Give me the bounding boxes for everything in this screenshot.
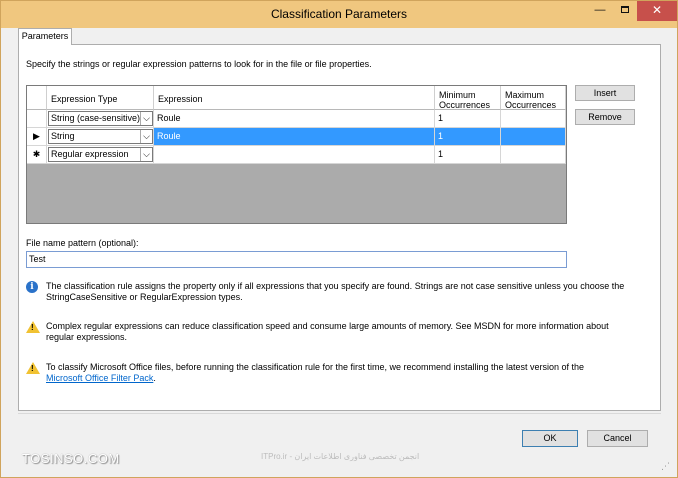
- table-row[interactable]: String (case-sensitive) ⌵ Roule 1: [27, 110, 566, 128]
- expression-type-select[interactable]: String ⌵: [48, 129, 153, 144]
- expression-type-value: Regular expression: [51, 149, 129, 159]
- max-occurrences-cell[interactable]: [501, 110, 566, 128]
- expression-cell[interactable]: [154, 146, 435, 164]
- row-header[interactable]: [27, 110, 47, 128]
- column-header-expression[interactable]: Expression: [154, 86, 435, 110]
- table-row[interactable]: ▶ String ⌵ Roule 1: [27, 128, 566, 146]
- max-occurrences-cell[interactable]: [501, 128, 566, 146]
- column-header-min[interactable]: Minimum Occurrences: [435, 86, 501, 110]
- filename-pattern-input[interactable]: Test: [26, 251, 567, 268]
- max-occurrences-cell[interactable]: [501, 146, 566, 164]
- row-arrow-icon[interactable]: ▶: [27, 128, 47, 146]
- insert-button[interactable]: Insert: [575, 85, 635, 101]
- column-header-max-label: Maximum Occurrences: [505, 90, 557, 110]
- divider: [18, 413, 661, 414]
- remove-button[interactable]: Remove: [575, 109, 635, 125]
- expression-type-value: String: [51, 131, 75, 141]
- watermark-left: TOSINSO.COM: [22, 451, 120, 466]
- chevron-down-icon[interactable]: ⌵: [140, 112, 152, 125]
- cancel-button[interactable]: Cancel: [587, 430, 648, 447]
- intro-text: Specify the strings or regular expressio…: [26, 59, 372, 69]
- expression-type-select[interactable]: String (case-sensitive) ⌵: [48, 111, 153, 126]
- type-cell: String ⌵: [47, 128, 154, 146]
- expression-cell[interactable]: Roule: [154, 110, 435, 128]
- expression-type-select[interactable]: Regular expression ⌵: [48, 147, 153, 162]
- min-occurrences-cell[interactable]: 1: [435, 110, 501, 128]
- window-title: Classification Parameters: [270, 7, 408, 21]
- chevron-down-icon[interactable]: ⌵: [140, 130, 152, 143]
- watermark-center: ITPro.ir - انجمن تخصصی فناوری اطلاعات ای…: [261, 452, 420, 461]
- column-header-min-label: Minimum Occurrences: [439, 90, 491, 110]
- min-occurrences-cell[interactable]: 1: [435, 146, 501, 164]
- info-note-text: The classification rule assigns the prop…: [46, 281, 625, 302]
- info-icon: i: [26, 281, 38, 293]
- warning-icon: !: [26, 362, 40, 374]
- tab-parameters[interactable]: Parameters: [18, 28, 72, 45]
- title-bar[interactable]: Classification Parameters — ✕: [1, 1, 677, 28]
- warning-note-regex-text: Complex regular expressions can reduce c…: [46, 321, 609, 342]
- min-occurrences-cell[interactable]: 1: [435, 128, 501, 146]
- expression-cell[interactable]: Roule: [154, 128, 435, 146]
- column-header-type-label: Expression Type: [51, 94, 118, 104]
- resize-grip-icon[interactable]: ⋰: [661, 461, 670, 472]
- warning-icon: !: [26, 321, 40, 333]
- ok-button[interactable]: OK: [522, 430, 578, 447]
- column-header-max[interactable]: Maximum Occurrences: [501, 86, 566, 110]
- dialog-window: Classification Parameters — ✕ Parameters…: [0, 0, 678, 478]
- column-header-expression-label: Expression: [158, 94, 203, 104]
- row-header-corner: [27, 86, 47, 110]
- close-button[interactable]: ✕: [637, 1, 677, 21]
- chevron-down-icon[interactable]: ⌵: [140, 148, 152, 161]
- warning-note-office-text: To classify Microsoft Office files, befo…: [46, 362, 626, 384]
- maximize-icon: [621, 5, 629, 13]
- type-cell: Regular expression ⌵: [47, 146, 154, 164]
- warning-note-office-tail: .: [153, 373, 156, 383]
- expression-grid[interactable]: Expression Type Expression Minimum Occur…: [26, 85, 567, 224]
- maximize-button[interactable]: [612, 1, 638, 21]
- expression-type-value: String (case-sensitive): [51, 113, 141, 123]
- office-filter-pack-link[interactable]: Microsoft Office Filter Pack: [46, 373, 153, 383]
- column-header-type[interactable]: Expression Type: [47, 86, 154, 110]
- minimize-button[interactable]: —: [587, 1, 613, 21]
- table-row[interactable]: ✱ Regular expression ⌵ 1: [27, 146, 566, 164]
- warning-note-office-body: To classify Microsoft Office files, befo…: [46, 362, 585, 372]
- new-row-star-icon[interactable]: ✱: [27, 146, 47, 164]
- filename-pattern-label: File name pattern (optional):: [26, 238, 139, 248]
- type-cell: String (case-sensitive) ⌵: [47, 110, 154, 128]
